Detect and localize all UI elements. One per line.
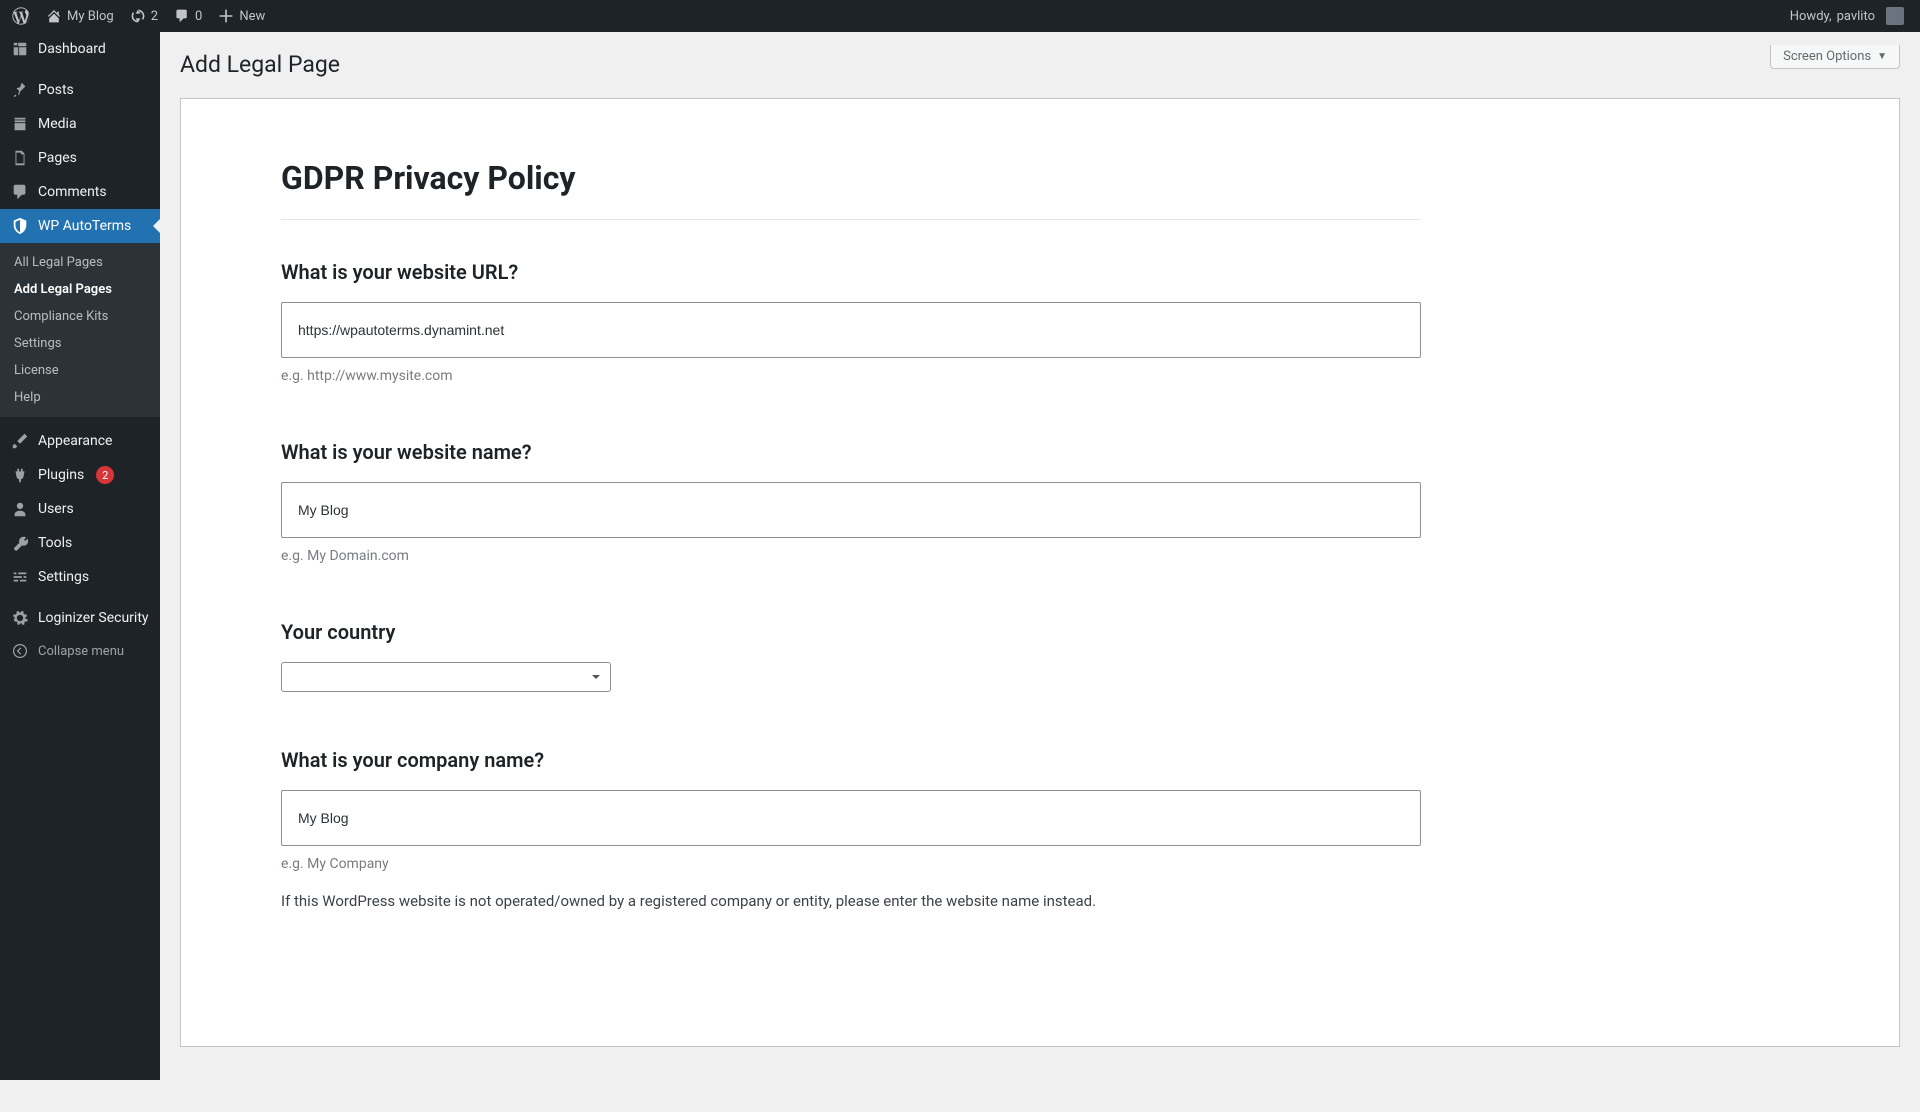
sidebar-label: Pages (38, 150, 77, 166)
user-account-menu[interactable]: Howdy, pavlito (1782, 0, 1912, 32)
chevron-down-icon: ▼ (1877, 51, 1887, 62)
new-content-link[interactable]: New (210, 0, 273, 32)
submenu-item-add-legal[interactable]: Add Legal Pages (0, 276, 160, 303)
sidebar-item-appearance[interactable]: Appearance (0, 424, 160, 458)
sidebar-item-comments[interactable]: Comments (0, 175, 160, 209)
sidebar-item-loginizer[interactable]: Loginizer Security (0, 601, 160, 635)
sidebar-label: Posts (38, 82, 74, 98)
shield-icon (10, 217, 30, 235)
sidebar-item-posts[interactable]: Posts (0, 73, 160, 107)
country-label: Your country (281, 620, 1421, 644)
sidebar-item-tools[interactable]: Tools (0, 526, 160, 560)
user-icon (10, 500, 30, 518)
country-select[interactable] (281, 662, 611, 692)
sidebar-item-pages[interactable]: Pages (0, 141, 160, 175)
sidebar-label: Appearance (38, 433, 112, 449)
sidebar-submenu-wpautoterms: All Legal Pages Add Legal Pages Complian… (0, 243, 160, 417)
field-website-url: What is your website URL? e.g. http://ww… (281, 260, 1421, 384)
comments-link[interactable]: 0 (166, 0, 210, 32)
website-name-label: What is your website name? (281, 440, 1421, 464)
submenu-item-help[interactable]: Help (0, 384, 160, 411)
avatar-icon (1886, 7, 1904, 25)
wordpress-icon (12, 7, 30, 25)
sidebar-item-wpautoterms[interactable]: WP AutoTerms (0, 209, 160, 243)
website-url-hint: e.g. http://www.mysite.com (281, 368, 1421, 384)
pin-icon (10, 81, 30, 99)
admin-sidebar: Dashboard Posts Media Pages Comments WP … (0, 32, 160, 1080)
updates-count: 2 (151, 9, 158, 24)
site-name-link[interactable]: My Blog (38, 0, 122, 32)
sidebar-item-plugins[interactable]: Plugins 2 (0, 458, 160, 492)
sliders-icon (10, 568, 30, 586)
sidebar-label: Users (38, 501, 74, 517)
updates-link[interactable]: 2 (122, 0, 166, 32)
collapse-menu-button[interactable]: Collapse menu (0, 635, 160, 667)
website-name-input[interactable] (281, 482, 1421, 538)
submenu-item-settings[interactable]: Settings (0, 330, 160, 357)
wp-logo-menu[interactable] (4, 0, 38, 32)
website-url-label: What is your website URL? (281, 260, 1421, 284)
collapse-label: Collapse menu (38, 644, 124, 659)
sidebar-item-media[interactable]: Media (0, 107, 160, 141)
new-label: New (239, 9, 265, 24)
update-icon (130, 8, 146, 24)
company-name-input[interactable] (281, 790, 1421, 846)
collapse-icon (10, 643, 30, 659)
plugins-badge: 2 (96, 466, 114, 484)
company-name-note: If this WordPress website is not operate… (281, 892, 1421, 910)
submenu-item-license[interactable]: License (0, 357, 160, 384)
content-header: Add Legal Page Screen Options ▼ (160, 32, 1920, 82)
admin-toolbar-right: Howdy, pavlito (1782, 0, 1912, 32)
sidebar-item-dashboard[interactable]: Dashboard (0, 32, 160, 66)
company-name-hint: e.g. My Company (281, 856, 1421, 872)
field-country: Your country (281, 620, 1421, 692)
comments-count: 0 (195, 9, 202, 24)
field-company-name: What is your company name? e.g. My Compa… (281, 748, 1421, 910)
sidebar-item-settings[interactable]: Settings (0, 560, 160, 594)
submenu-item-all-legal[interactable]: All Legal Pages (0, 249, 160, 276)
sidebar-label: WP AutoTerms (38, 218, 131, 234)
page-title: Add Legal Page (180, 42, 340, 82)
gear-icon (10, 609, 30, 627)
howdy-prefix: Howdy, (1790, 9, 1832, 24)
content-area: Add Legal Page Screen Options ▼ GDPR Pri… (160, 32, 1920, 1080)
page-icon (10, 149, 30, 167)
dashboard-icon (10, 40, 30, 58)
screen-options-button[interactable]: Screen Options ▼ (1770, 45, 1900, 69)
form-panel: GDPR Privacy Policy What is your website… (180, 98, 1900, 1047)
comment-icon (174, 8, 190, 24)
sidebar-label: Settings (38, 569, 89, 585)
sidebar-label: Media (38, 116, 77, 132)
website-name-hint: e.g. My Domain.com (281, 548, 1421, 564)
company-name-label: What is your company name? (281, 748, 1421, 772)
site-name-text: My Blog (67, 9, 114, 24)
plugin-icon (10, 466, 30, 484)
admin-toolbar: My Blog 2 0 New Howdy, pavlito (0, 0, 1920, 32)
home-icon (46, 8, 62, 24)
sidebar-label: Comments (38, 184, 107, 200)
plus-icon (218, 8, 234, 24)
sidebar-item-users[interactable]: Users (0, 492, 160, 526)
website-url-input[interactable] (281, 302, 1421, 358)
sidebar-label: Loginizer Security (38, 610, 149, 626)
username-text: pavlito (1837, 9, 1875, 24)
media-icon (10, 115, 30, 133)
field-website-name: What is your website name? e.g. My Domai… (281, 440, 1421, 564)
form-title: GDPR Privacy Policy (281, 159, 1421, 197)
screen-options-label: Screen Options (1783, 49, 1871, 64)
sidebar-label: Plugins (38, 467, 84, 483)
sidebar-label: Tools (38, 535, 72, 551)
admin-toolbar-left: My Blog 2 0 New (4, 0, 273, 32)
submenu-item-compliance-kits[interactable]: Compliance Kits (0, 303, 160, 330)
divider (281, 219, 1421, 220)
brush-icon (10, 432, 30, 450)
wrench-icon (10, 534, 30, 552)
sidebar-label: Dashboard (38, 41, 106, 57)
comments-icon (10, 183, 30, 201)
